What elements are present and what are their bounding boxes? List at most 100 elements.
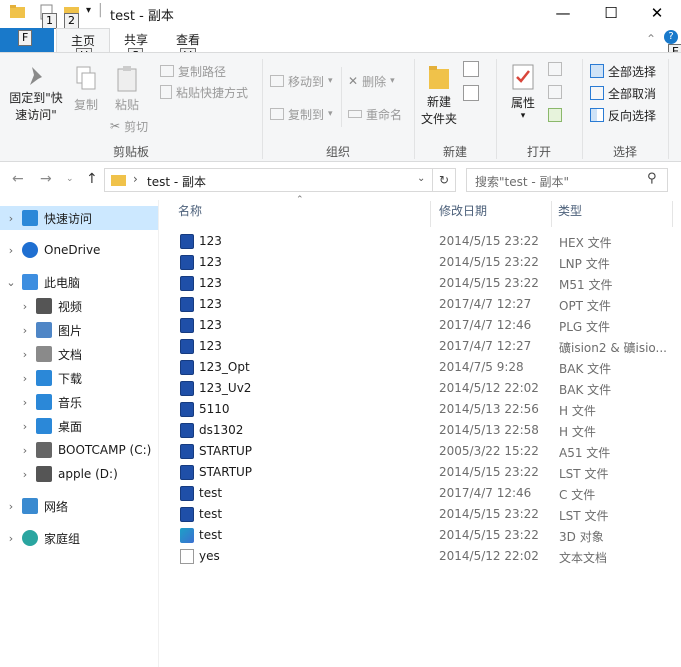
copy-to-button[interactable]: 复制到 ▾ (270, 104, 333, 124)
file-row[interactable]: yes 2014/5/12 22:02 文本文档 (160, 546, 681, 567)
file-row[interactable]: ds1302 2014/5/13 22:58 H 文件 (160, 420, 681, 441)
invert-selection-button[interactable]: 反向选择 (590, 105, 656, 125)
column-divider[interactable] (551, 201, 552, 227)
file-row[interactable]: 5110 2014/5/13 22:56 H 文件 (160, 399, 681, 420)
cut-button[interactable]: ✂ 剪切 (110, 116, 148, 136)
pin-quick-access-button[interactable]: 固定到"快 速访问" (6, 63, 66, 124)
sidebar-item[interactable]: ⌄ 此电脑 (0, 270, 158, 294)
expand-chevron-icon[interactable]: › (18, 324, 32, 337)
paste-shortcut-button[interactable]: 粘贴快捷方式 (160, 82, 248, 102)
ribbon-collapse-chevron-icon[interactable]: ⌃ (646, 32, 656, 46)
sidebar-item[interactable]: › 家庭组 (0, 526, 158, 550)
properties-check-icon (512, 64, 534, 90)
file-modified-date: 2014/5/15 23:22 (439, 528, 539, 542)
rename-button[interactable]: 重命名 (348, 104, 402, 124)
recent-locations-chevron-icon[interactable]: ⌄ (66, 174, 74, 184)
file-row[interactable]: 123 2017/4/7 12:46 PLG 文件 (160, 315, 681, 336)
address-path[interactable]: test - 副本 (147, 173, 206, 190)
column-header-type[interactable]: 类型 (558, 195, 582, 227)
expand-chevron-icon[interactable]: › (4, 244, 18, 257)
expand-chevron-icon[interactable]: ⌄ (4, 276, 18, 289)
paste-button[interactable]: 粘贴 (110, 65, 144, 113)
expand-chevron-icon[interactable]: › (18, 348, 32, 361)
sidebar-item-label: 快速访问 (44, 211, 93, 226)
file-list: ⌃ 名称 修改日期 类型 123 2014/5/15 23:22 HEX 文件 123… (160, 195, 681, 667)
file-row[interactable]: STARTUP 2005/3/22 15:22 A51 文件 (160, 441, 681, 462)
network-icon (22, 498, 38, 514)
address-bar[interactable]: › test - 副本 ⌄ (104, 168, 456, 192)
maximize-button[interactable]: ☐ (588, 0, 634, 26)
sidebar-item[interactable]: › OneDrive (0, 238, 158, 262)
sidebar-item-label: apple (D:) (58, 467, 118, 481)
sidebar-item[interactable]: › apple (D:) (0, 462, 158, 486)
file-modified-date: 2014/5/15 23:22 (439, 507, 539, 521)
new-folder-button[interactable]: 新建 文件夹 (418, 63, 460, 128)
expand-chevron-icon[interactable]: › (4, 532, 18, 545)
sidebar-item[interactable]: › 文档 (0, 342, 158, 366)
select-none-button[interactable]: 全部取消 (590, 83, 656, 103)
file-modified-date: 2017/4/7 12:27 (439, 297, 532, 311)
clipboard-group-label: 剪贴板 (112, 145, 149, 159)
copy-path-button[interactable]: 复制路径 (160, 61, 226, 81)
delete-button[interactable]: ✕ 删除 ▾ (348, 71, 395, 91)
file-row[interactable]: STARTUP 2014/5/15 23:22 LST 文件 (160, 462, 681, 483)
expand-chevron-icon[interactable]: › (18, 420, 32, 433)
column-divider[interactable] (672, 201, 673, 227)
column-header-name[interactable]: 名称 (178, 195, 202, 227)
organize-group-label: 组织 (325, 145, 350, 159)
properties-button[interactable]: 属性 ▾ (504, 63, 542, 121)
file-type: PLG 文件 (559, 320, 611, 334)
copy-to-label: 复制到 (288, 107, 325, 122)
file-name: 123 (199, 339, 222, 353)
minimize-button[interactable]: — (540, 0, 586, 26)
close-button[interactable]: ✕ (634, 0, 680, 26)
new-item-icon[interactable] (463, 61, 479, 77)
column-divider[interactable] (430, 201, 431, 227)
file-row[interactable]: 123 2017/4/7 12:27 礦ision2 & 礦isio... (160, 336, 681, 357)
file-row[interactable]: 123 2014/5/15 23:22 M51 文件 (160, 273, 681, 294)
easy-access-icon[interactable] (463, 85, 479, 101)
expand-chevron-icon[interactable]: › (18, 468, 32, 481)
move-to-button[interactable]: 移动到 ▾ (270, 71, 333, 91)
expand-chevron-icon[interactable]: › (18, 372, 32, 385)
file-row[interactable]: 123_Uv2 2014/5/12 22:02 BAK 文件 (160, 378, 681, 399)
sidebar-item[interactable]: › 网络 (0, 494, 158, 518)
search-icon[interactable]: ⚲ (647, 171, 657, 186)
back-arrow-icon[interactable]: ← (12, 171, 24, 187)
desktop-icon (36, 418, 52, 434)
expand-chevron-icon[interactable]: › (18, 444, 32, 457)
sidebar-item[interactable]: › 视频 (0, 294, 158, 318)
search-input[interactable]: 搜索"test - 副本" (475, 173, 569, 190)
open-icon[interactable] (548, 62, 562, 76)
sidebar-item[interactable]: › BOOTCAMP (C:) (0, 438, 158, 462)
file-row[interactable]: test 2017/4/7 12:46 C 文件 (160, 483, 681, 504)
expand-chevron-icon[interactable]: › (4, 212, 18, 225)
sidebar-item[interactable]: › 桌面 (0, 414, 158, 438)
select-all-button[interactable]: 全部选择 (590, 61, 656, 81)
sidebar-item[interactable]: › 下载 (0, 366, 158, 390)
up-arrow-icon[interactable]: ↑ (86, 171, 98, 187)
column-header-date[interactable]: 修改日期 (439, 195, 487, 227)
expand-chevron-icon[interactable]: › (4, 500, 18, 513)
sidebar-item[interactable]: › 音乐 (0, 390, 158, 414)
forward-arrow-icon[interactable]: → (40, 171, 52, 187)
help-icon[interactable]: ? (664, 30, 678, 44)
expand-chevron-icon[interactable]: › (18, 300, 32, 313)
sidebar-item[interactable]: › 图片 (0, 318, 158, 342)
sidebar-item[interactable]: › 快速访问 (0, 206, 158, 230)
customize-qa-chevron-icon[interactable]: ▾ (86, 5, 91, 16)
address-dropdown-chevron-icon[interactable]: ⌄ (417, 173, 425, 184)
file-row[interactable]: 123_Opt 2014/7/5 9:28 BAK 文件 (160, 357, 681, 378)
file-row[interactable]: 123 2014/5/15 23:22 LNP 文件 (160, 252, 681, 273)
history-icon[interactable] (548, 108, 562, 122)
expand-chevron-icon[interactable]: › (18, 396, 32, 409)
file-row[interactable]: test 2014/5/15 23:22 3D 对象 (160, 525, 681, 546)
file-row[interactable]: 123 2017/4/7 12:27 OPT 文件 (160, 294, 681, 315)
search-box[interactable]: 搜索"test - 副本" ⚲ (466, 168, 668, 192)
edit-icon[interactable] (548, 85, 562, 99)
file-row[interactable]: test 2014/5/15 23:22 LST 文件 (160, 504, 681, 525)
refresh-icon[interactable]: ↻ (432, 168, 456, 192)
file-row[interactable]: 123 2014/5/15 23:22 HEX 文件 (160, 231, 681, 252)
move-to-label: 移动到 (288, 74, 325, 89)
copy-button[interactable]: 复制 (70, 65, 102, 113)
